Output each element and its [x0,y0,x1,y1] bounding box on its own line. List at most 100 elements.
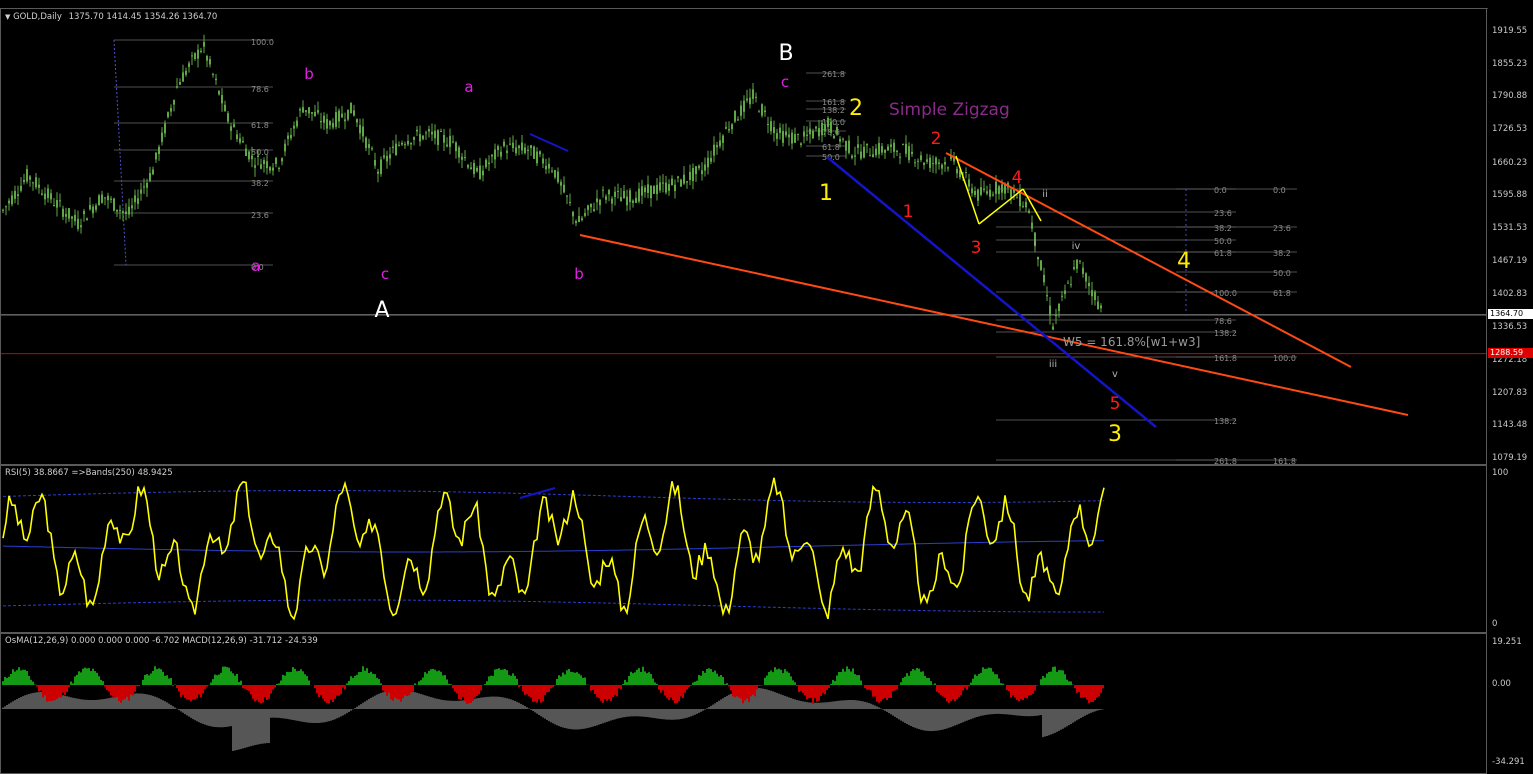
candle-body [230,126,232,131]
wave-label-pink: c [381,265,389,283]
candle-body [656,184,658,195]
candle-body [377,171,379,174]
candle-body [122,211,124,213]
candle-body [149,173,151,181]
candle-body [449,135,451,147]
candle-body [434,130,436,139]
collapse-triangle-icon[interactable]: ▼ [5,13,10,21]
candle-body [1052,326,1054,330]
candle-body [941,164,943,169]
candle-body [62,208,64,217]
red-level-tag: 1288.59 [1488,347,1533,358]
candle-body [740,105,742,116]
candle-body [176,86,178,88]
candle-body [671,178,673,186]
candle-body [791,132,793,144]
candle-body [611,198,613,204]
candle-body [1037,257,1039,260]
wave-label-pink: b [574,265,584,283]
candle-body [173,99,175,105]
candle-body [11,195,13,205]
candle-body [323,115,325,123]
fib-level-label: 23.6 [251,211,269,220]
candle-body [326,119,328,129]
candle-body [641,186,643,196]
candle-body [380,159,382,174]
candle-body [458,147,460,158]
candle-body [134,195,136,203]
candle-body [413,137,415,140]
wave-label-white: B [778,41,793,66]
candle-body [491,154,493,157]
candle-body [584,213,586,216]
rsi-panel[interactable]: RSI(5) 38.8667 =>Bands(250) 48.9425 [0,465,1487,633]
candle-body [977,189,979,201]
price-scale-label: 1595.88 [1492,190,1528,201]
candle-body [815,126,817,129]
candle-body [659,182,661,191]
candle-body [284,143,286,152]
fib-level-label: 261.8 [1214,457,1237,465]
candle-body [797,133,799,135]
candle-body [80,225,82,228]
candle-body [572,211,574,217]
candle-body [722,135,724,143]
price-scale-label: 1467.19 [1492,255,1528,266]
price-scale[interactable]: 1919.55 1855.23 1790.88 1726.53 1660.23 1595.… [1488,8,1533,465]
candle-body [920,155,922,161]
candle-body [902,144,904,146]
candle-body [971,188,973,194]
candle-body [896,150,898,152]
price-chart-panel[interactable]: 100.0 78.6 61.8 50.0 38.2 23.6 0.0 261.8 161.8 13… [0,8,1487,465]
candle-body [632,200,634,203]
fib-level-label: 100.0 [251,38,274,47]
candle-body [872,154,874,158]
candle-body [809,128,811,135]
wave-label-yellow: 4 [1177,249,1191,274]
candle-body [317,110,319,113]
candle-body [71,216,73,219]
candle-body [92,206,94,214]
candle-body [107,195,109,201]
candle-body [692,167,694,182]
candle-body [986,191,988,194]
macd-panel[interactable]: OsMA(12,26,9) 0.000 0.000 0.000 -6.702 M… [0,633,1487,774]
candle-body [482,170,484,176]
candle-body [620,197,622,202]
rsi-scale-bottom: 0 [1492,619,1498,629]
candle-body [392,146,394,148]
macd-label: OsMA(12,26,9) 0.000 0.000 0.000 -6.702 M… [5,636,318,646]
candle-body [218,90,220,95]
candle-body [242,141,244,143]
candle-body [29,176,31,180]
candle-body [263,160,265,165]
fib-level-label: 61.8 [251,121,269,130]
candle-body [197,49,199,59]
candle-body [455,142,457,152]
candle-body [23,179,25,182]
candle-body [332,123,334,128]
macd-scale[interactable]: 19.251 0.00 -34.291 [1488,633,1533,774]
candle-body [41,193,43,195]
candle-body [308,107,310,114]
candle-body [365,137,367,149]
fib-level-label: 38.2 [1214,224,1232,233]
candle-body [983,188,985,190]
candle-body [89,204,91,210]
candle-body [281,158,283,162]
rsi-scale[interactable]: 100 0 [1488,465,1533,633]
candle-body [416,129,418,132]
candle-body [422,135,424,140]
candle-body [35,177,37,188]
candle-body [755,96,757,98]
candle-body [674,184,676,192]
candle-body [128,206,130,215]
candle-body [908,146,910,161]
candle-body [182,72,184,82]
fib-level-label: 138.2 [1214,417,1237,426]
price-scale-label: 1531.53 [1492,223,1528,234]
candle-body [467,164,469,168]
candle-body [119,210,121,212]
candle-body [1088,282,1090,287]
candle-body [473,162,475,174]
